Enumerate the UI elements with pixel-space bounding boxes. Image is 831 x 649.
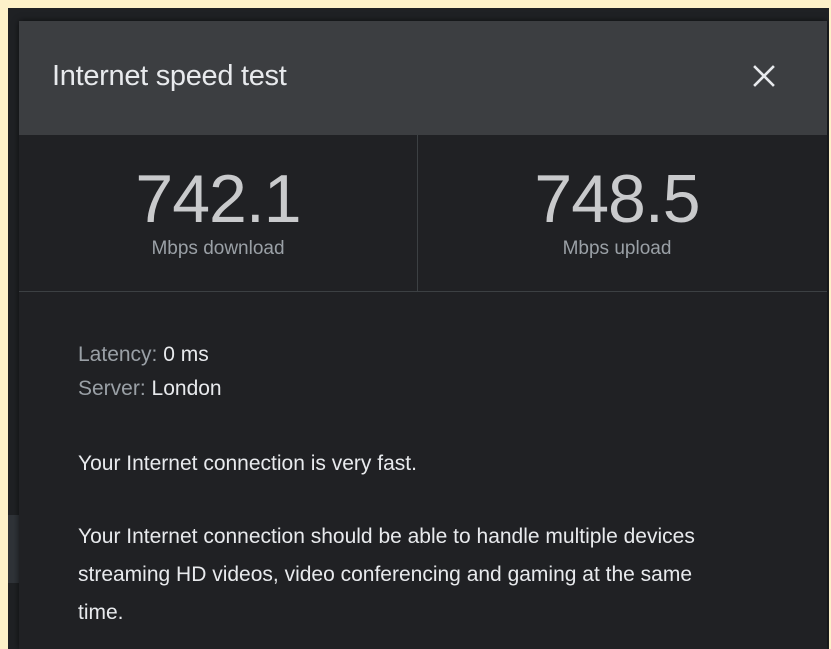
latency-value: 0 ms: [163, 343, 209, 366]
dialog-content-layer: Latency: 0 ms Server: London Your Intern…: [0, 0, 831, 649]
speed-description: Your Internet connection should be able …: [78, 525, 695, 624]
speed-summary: Your Internet connection is very fast.: [78, 452, 417, 475]
server-label: Server:: [78, 377, 146, 400]
latency-label: Latency:: [78, 343, 158, 366]
server-value: London: [151, 377, 222, 400]
server-row: Server: London: [78, 372, 222, 405]
latency-row: Latency: 0 ms: [78, 338, 209, 371]
